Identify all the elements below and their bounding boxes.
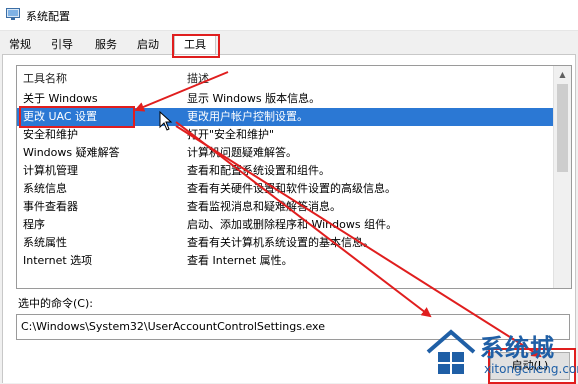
tool-description: 查看和配置系统设置和组件。 xyxy=(187,164,330,177)
list-header: 工具名称 描述 xyxy=(17,66,553,88)
tab-tools[interactable]: 工具 xyxy=(174,34,216,55)
tool-name: Windows 疑难解答 xyxy=(23,146,120,159)
column-header-name[interactable]: 工具名称 xyxy=(23,70,67,86)
window-title: 系统配置 xyxy=(26,10,70,23)
tool-name: 安全和维护 xyxy=(23,128,78,141)
tool-description: 查看监视消息和疑难解答消息。 xyxy=(187,200,341,213)
tool-row-internet-options[interactable]: Internet 选项 查看 Internet 属性。 xyxy=(17,252,553,270)
tab-services[interactable]: 服务 xyxy=(92,36,120,54)
system-config-icon xyxy=(6,8,20,20)
tab-startup[interactable]: 启动 xyxy=(134,36,162,54)
column-header-description[interactable]: 描述 xyxy=(187,70,209,86)
tool-description: 显示 Windows 版本信息。 xyxy=(187,92,321,105)
tool-name: 计算机管理 xyxy=(23,164,78,177)
tool-description: 查看有关硬件设置和软件设置的高级信息。 xyxy=(187,182,396,195)
tool-row-system-information[interactable]: 系统信息 查看有关硬件设置和软件设置的高级信息。 xyxy=(17,180,553,198)
selected-command-field[interactable]: C:\Windows\System32\UserAccountControlSe… xyxy=(16,314,570,340)
scroll-up-arrow-icon[interactable]: ▲ xyxy=(554,66,571,83)
tool-name: 系统属性 xyxy=(23,236,67,249)
tool-row-security-maintenance[interactable]: 安全和维护 打开"安全和维护" xyxy=(17,126,553,144)
tool-name: 更改 UAC 设置 xyxy=(23,110,98,123)
tool-description: 打开"安全和维护" xyxy=(187,128,275,141)
tool-description: 更改用户帐户控制设置。 xyxy=(187,110,308,123)
tab-strip: 常规 引导 服务 启动 工具 xyxy=(0,31,578,55)
tool-description: 计算机问题疑难解答。 xyxy=(187,146,297,159)
tab-boot[interactable]: 引导 xyxy=(48,36,76,54)
tools-list[interactable]: 工具名称 描述 关于 Windows 显示 Windows 版本信息。 更改 U… xyxy=(16,65,572,289)
tab-general[interactable]: 常规 xyxy=(6,36,34,54)
vertical-scrollbar[interactable]: ▲ xyxy=(553,66,571,288)
tool-name: 程序 xyxy=(23,218,45,231)
selected-command-label: 选中的命令(C): xyxy=(18,297,93,310)
tool-row-change-uac[interactable]: 更改 UAC 设置 更改用户帐户控制设置。 xyxy=(17,108,553,126)
selected-command-value: C:\Windows\System32\UserAccountControlSe… xyxy=(21,320,325,333)
tool-name: Internet 选项 xyxy=(23,254,93,267)
scroll-thumb[interactable] xyxy=(557,84,568,172)
title-bar: 系统配置 xyxy=(0,0,578,31)
launch-button[interactable]: 启动(L) xyxy=(490,352,570,380)
tool-row-about-windows[interactable]: 关于 Windows 显示 Windows 版本信息。 xyxy=(17,90,553,108)
tool-name: 事件查看器 xyxy=(23,200,78,213)
tool-name: 系统信息 xyxy=(23,182,67,195)
tool-row-system-properties[interactable]: 系统属性 查看有关计算机系统设置的基本信息。 xyxy=(17,234,553,252)
tool-name: 关于 Windows xyxy=(23,92,98,105)
tool-row-computer-management[interactable]: 计算机管理 查看和配置系统设置和组件。 xyxy=(17,162,553,180)
tool-row-troubleshooting[interactable]: Windows 疑难解答 计算机问题疑难解答。 xyxy=(17,144,553,162)
tool-row-event-viewer[interactable]: 事件查看器 查看监视消息和疑难解答消息。 xyxy=(17,198,553,216)
tool-description: 查看有关计算机系统设置的基本信息。 xyxy=(187,236,374,249)
tool-description: 启动、添加或删除程序和 Windows 组件。 xyxy=(187,218,398,231)
tool-row-programs[interactable]: 程序 启动、添加或删除程序和 Windows 组件。 xyxy=(17,216,553,234)
tool-description: 查看 Internet 属性。 xyxy=(187,254,293,267)
